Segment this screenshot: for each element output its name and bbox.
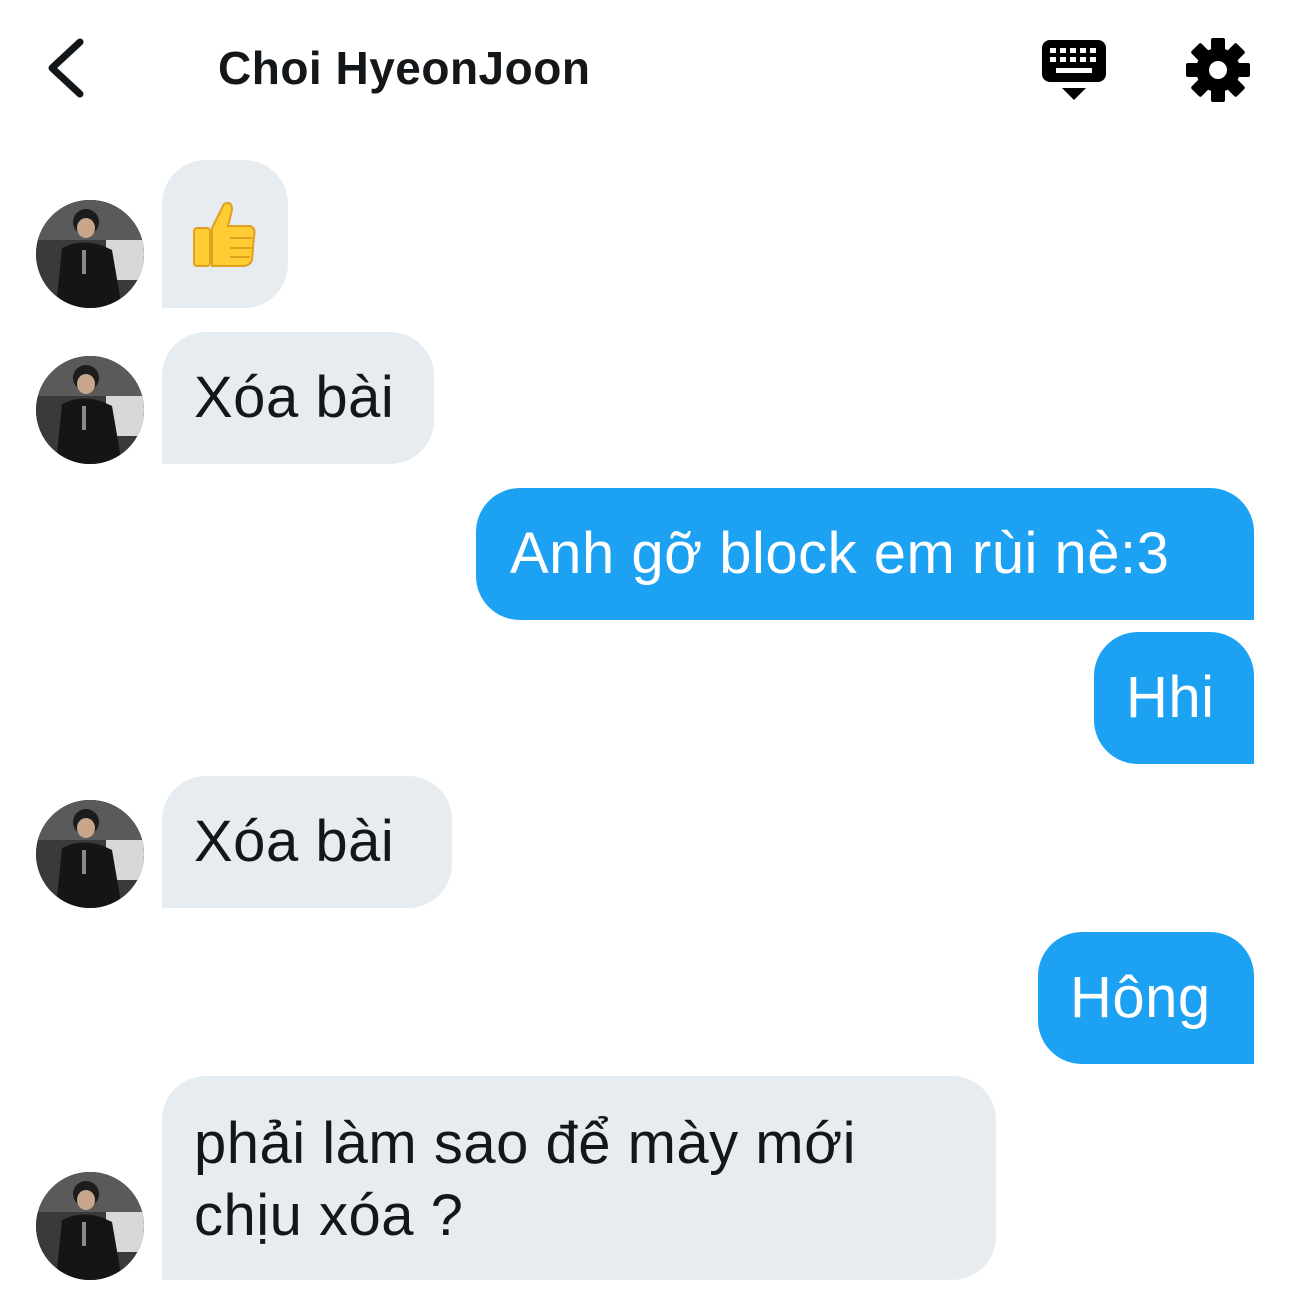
settings-button[interactable] [1184,36,1252,104]
chevron-left-icon [48,38,84,98]
message-text: Anh gỡ block em rùi nè:3 [510,521,1170,586]
avatar-photo [36,1172,144,1280]
message-text-line: phải làm sao để mày mới [194,1111,857,1176]
sender-avatar[interactable] [36,200,144,308]
message-text: Hông [1070,965,1211,1030]
incoming-message-bubble[interactable] [162,160,288,308]
gear-icon [1186,38,1250,102]
sender-avatar[interactable] [36,800,144,908]
avatar-photo [36,356,144,464]
avatar-photo [36,800,144,908]
back-button[interactable] [40,36,100,100]
message-text: Hhi [1126,665,1215,730]
outgoing-message-bubble[interactable]: Anh gỡ block em rùi nè:3 [476,488,1254,620]
conversation-title: Choi HyeonJoon [218,42,591,94]
outgoing-message-bubble[interactable]: Hhi [1094,632,1254,764]
sender-avatar[interactable] [36,356,144,464]
thumbs-up-icon [190,198,258,268]
avatar-photo [36,200,144,308]
message-text: Xóa bài [194,809,395,874]
sender-avatar[interactable] [36,1172,144,1280]
keyboard-button[interactable] [1040,38,1108,104]
incoming-message-bubble[interactable]: phải làm sao để mày mới chịu xóa ? [162,1076,996,1280]
incoming-message-bubble[interactable]: Xóa bài [162,332,434,464]
conversation-header: Choi HyeonJoon [0,0,1290,140]
message-text: Xóa bài [194,365,395,430]
message-text-line: chịu xóa ? [194,1183,464,1248]
keyboard-icon [1042,40,1106,100]
outgoing-message-bubble[interactable]: Hông [1038,932,1254,1064]
incoming-message-bubble[interactable]: Xóa bài [162,776,452,908]
